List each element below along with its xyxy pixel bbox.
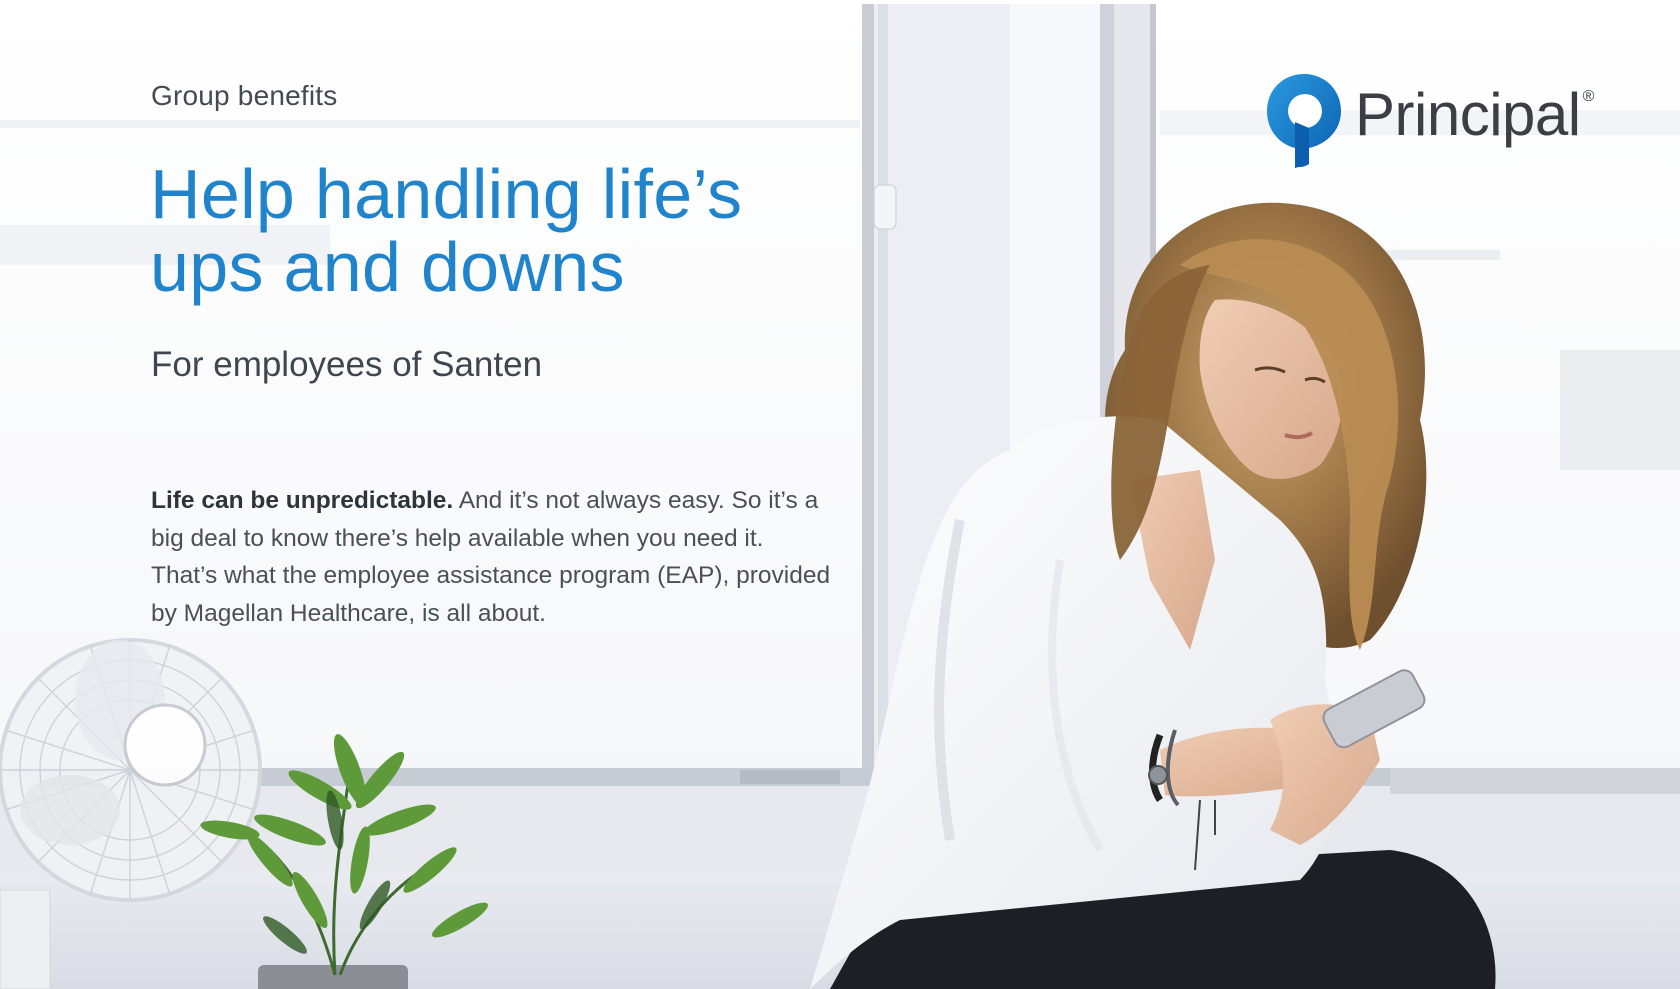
registered-mark: ®	[1582, 87, 1595, 105]
principal-p-logo-icon	[1267, 74, 1341, 168]
brochure-cover: Group benefits Help handling life’s ups …	[0, 0, 1680, 989]
intro-lead: Life can be unpredictable.	[151, 487, 454, 514]
eyebrow-label: Group benefits	[151, 80, 338, 111]
brand-wordmark: Principal ®	[1355, 80, 1594, 149]
page-title: Help handling life’s ups and downs	[150, 158, 850, 304]
brand-logo: Principal ®	[1265, 72, 1594, 168]
headline-line-1: Help handling life’s	[150, 155, 743, 233]
subtitle: For employees of Santen	[151, 345, 543, 384]
headline-line-2: ups and downs	[150, 228, 625, 306]
brand-name: Principal	[1355, 80, 1581, 148]
intro-paragraph: Life can be unpredictable. And it’s not …	[151, 482, 831, 632]
